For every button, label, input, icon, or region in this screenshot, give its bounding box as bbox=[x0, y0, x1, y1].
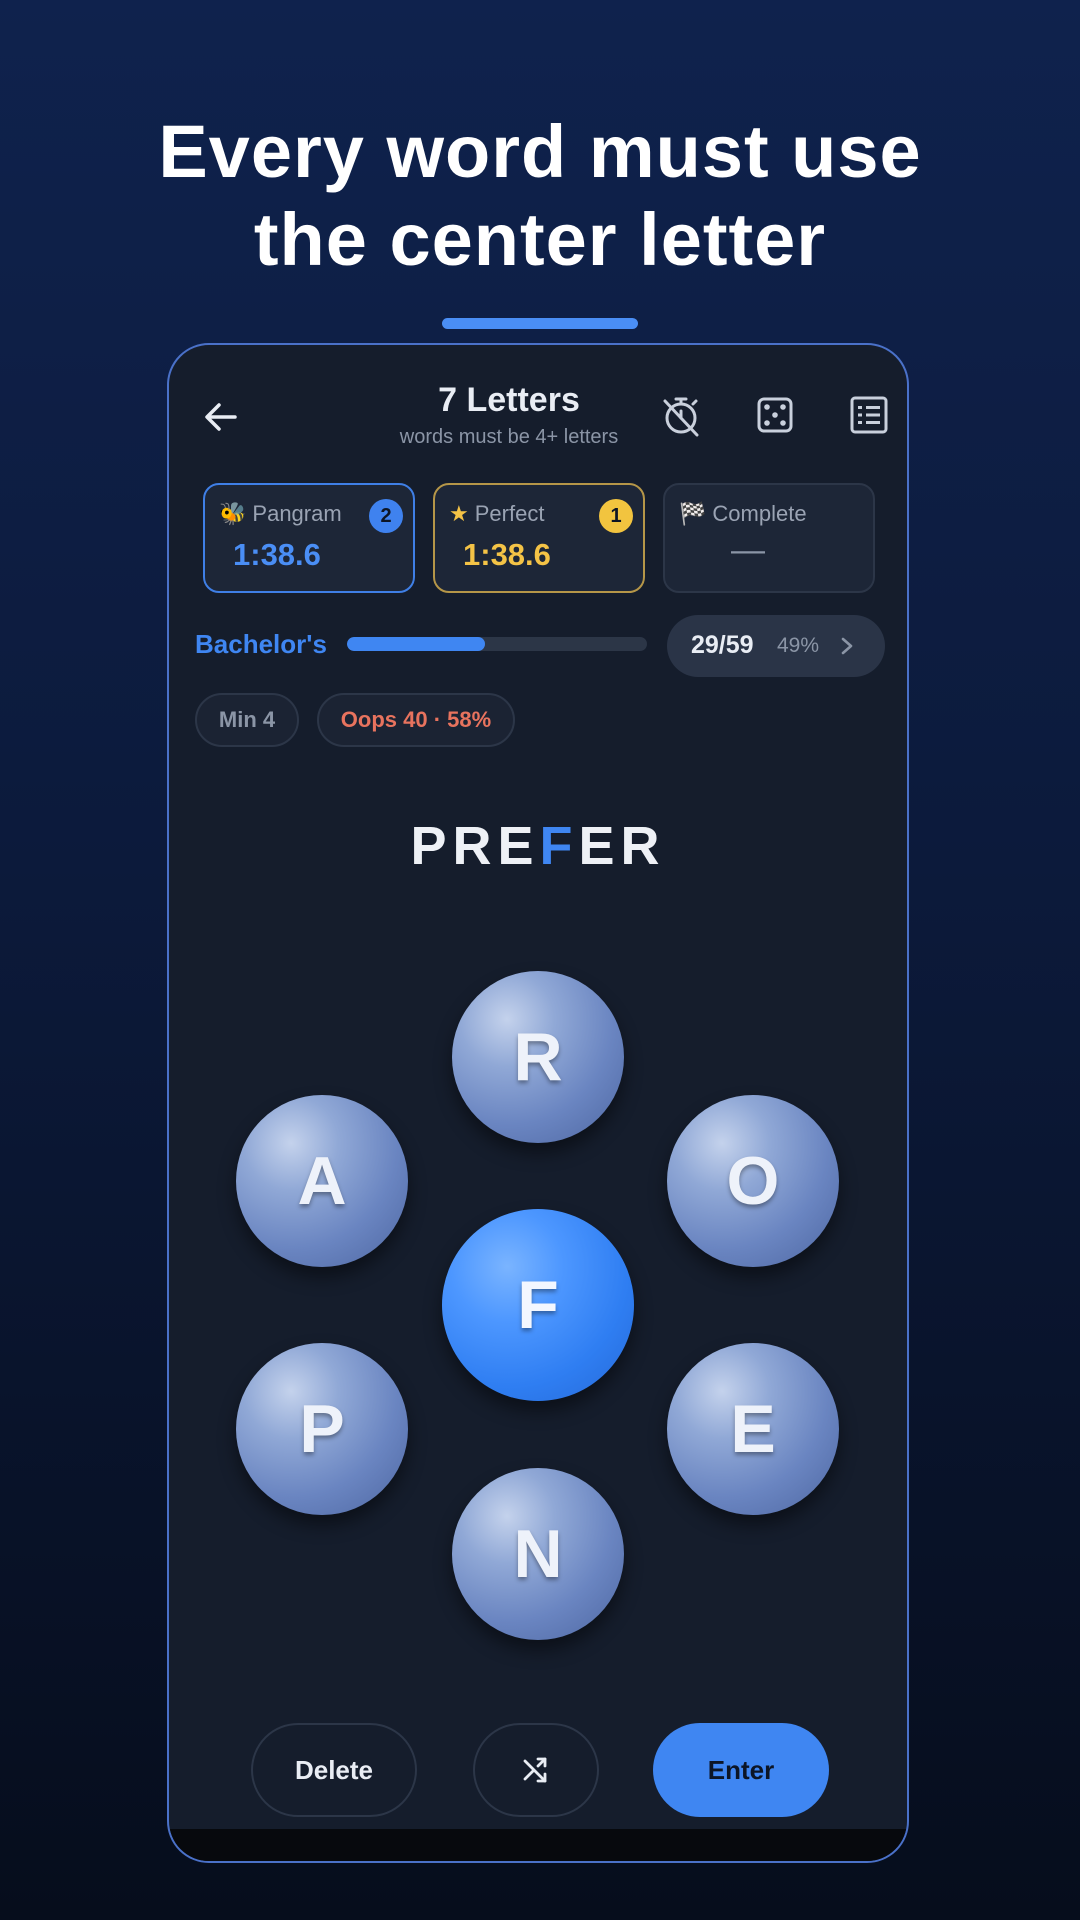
enter-button[interactable]: Enter bbox=[653, 1723, 829, 1817]
letter-ball-center[interactable]: F bbox=[442, 1209, 634, 1401]
letter-ball-lower-left[interactable]: P bbox=[236, 1343, 408, 1515]
perfect-label: Perfect bbox=[474, 501, 545, 526]
letter-ball-upper-right[interactable]: O bbox=[667, 1095, 839, 1267]
rank-label: Bachelor's bbox=[195, 629, 327, 659]
rank-progress-fill bbox=[347, 637, 485, 651]
phone-frame: 7 Letters words must be 4+ letters 🐝 Pang… bbox=[167, 343, 909, 1863]
letter-ball-top[interactable]: R bbox=[452, 971, 624, 1143]
header-title-block: 7 Letters words must be 4+ letters bbox=[339, 381, 679, 449]
found-count: 29/59 bbox=[691, 631, 754, 659]
chevron-right-icon bbox=[841, 637, 853, 655]
perfect-time: 1:38.6 bbox=[463, 537, 551, 572]
complete-label: Complete bbox=[712, 501, 807, 526]
headline-line-2: the center letter bbox=[253, 198, 827, 281]
min-length-chip: Min 4 bbox=[195, 693, 299, 747]
dice-icon[interactable] bbox=[753, 393, 797, 437]
found-words-button[interactable]: 29/59 49% bbox=[667, 615, 885, 677]
checkered-flag-icon: 🏁 bbox=[679, 501, 707, 526]
shuffle-icon bbox=[523, 1757, 547, 1783]
complete-time: — bbox=[731, 531, 765, 569]
page-title: 7 Letters bbox=[438, 381, 580, 419]
pangram-label: Pangram bbox=[252, 501, 342, 526]
letter-ball-lower-right[interactable]: E bbox=[667, 1343, 839, 1515]
headline-line-1: Every word must use bbox=[158, 110, 922, 193]
rank-progress-bar bbox=[347, 637, 647, 651]
promo-headline: Every word must use the center letter bbox=[0, 108, 1080, 329]
oops-chip: Oops 40 · 58% bbox=[317, 693, 515, 747]
current-word: PREFER bbox=[169, 815, 907, 877]
complete-label-row: 🏁 Complete bbox=[679, 501, 807, 527]
delete-button[interactable]: Delete bbox=[251, 1723, 417, 1817]
word-suffix: ER bbox=[578, 816, 666, 876]
bee-icon: 🐝 bbox=[219, 501, 247, 526]
pangram-time: 1:38.6 bbox=[233, 537, 321, 572]
letter-ball-upper-left[interactable]: A bbox=[236, 1095, 408, 1267]
perfect-count-badge: 1 bbox=[599, 499, 633, 533]
letter-ball-bottom[interactable]: N bbox=[452, 1468, 624, 1640]
perfect-stat-card[interactable]: ★ Perfect 1 1:38.6 bbox=[433, 483, 645, 593]
word-prefix: PRE bbox=[410, 816, 540, 876]
star-icon: ★ bbox=[449, 501, 469, 526]
pangram-label-row: 🐝 Pangram bbox=[219, 501, 342, 527]
shuffle-button[interactable] bbox=[473, 1723, 599, 1817]
timer-off-icon[interactable] bbox=[659, 393, 703, 437]
word-list-icon[interactable] bbox=[847, 393, 891, 437]
perfect-label-row: ★ Perfect bbox=[449, 501, 544, 527]
found-percent: 49% bbox=[777, 634, 820, 657]
page-subtitle: words must be 4+ letters bbox=[399, 426, 619, 448]
pangram-stat-card[interactable]: 🐝 Pangram 2 1:38.6 bbox=[203, 483, 415, 593]
system-navigation-bar bbox=[169, 1829, 907, 1861]
headline-underline bbox=[442, 318, 638, 329]
word-center-letter: F bbox=[539, 816, 579, 876]
pangram-count-badge: 2 bbox=[369, 499, 403, 533]
back-arrow-icon[interactable] bbox=[199, 395, 243, 439]
complete-stat-card[interactable]: 🏁 Complete — bbox=[663, 483, 875, 593]
